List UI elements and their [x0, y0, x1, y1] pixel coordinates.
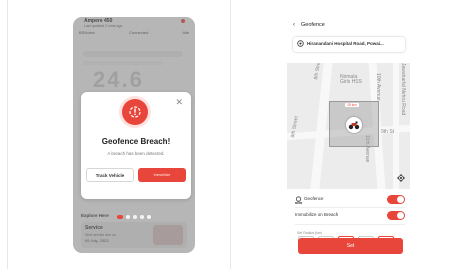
locate-me-icon[interactable]	[397, 174, 405, 182]
street-label: Nirmala Girls HSS	[340, 74, 362, 85]
page-title: Geofence	[301, 22, 325, 28]
map-road	[393, 63, 399, 189]
geofence-screen: ‹ Geofence Hiranandani Hospital Road, Po…	[287, 17, 410, 253]
street-label: 10th Avenue	[375, 73, 381, 101]
geofence-header: ‹ Geofence Hiranandani Hospital Road, Po…	[287, 17, 410, 63]
dialog-title: Geofence Breach!	[101, 137, 171, 146]
geofence-alert-icon	[122, 99, 148, 125]
pager-dot[interactable]	[133, 215, 137, 219]
geofence-icon	[295, 196, 302, 204]
motorcycle-icon[interactable]	[346, 117, 362, 133]
track-vehicle-button[interactable]: Track Vehicle	[86, 168, 134, 182]
close-icon[interactable]: ✕	[175, 98, 183, 107]
immobilize-toggle-row: Immobilize on Breach	[295, 211, 405, 221]
pager-dot[interactable]	[126, 215, 130, 219]
frame-divider-left	[7, 0, 8, 269]
chevron-left-icon[interactable]: ‹	[293, 22, 295, 28]
pager-dot[interactable]	[140, 215, 144, 219]
divider	[295, 224, 405, 225]
street-label: Jawaharlal Nehru Road	[400, 63, 406, 116]
set-button[interactable]: Set	[298, 238, 403, 254]
location-pin-icon	[297, 40, 304, 47]
immobilize-toggle-label: Immobilize on Breach	[295, 212, 339, 217]
geofence-map[interactable]: 8th Street Nirmala Girls HSS 10th Avenue…	[287, 63, 410, 189]
dialog-message: A breach has been detected.	[107, 151, 165, 156]
immobilize-toggle[interactable]	[387, 211, 405, 220]
street-label: 9th St	[381, 129, 395, 135]
distance-badge: 15 km	[345, 103, 359, 107]
immobilize-button[interactable]: Immobilize	[138, 168, 186, 182]
geofence-toggle[interactable]	[387, 195, 405, 204]
pager-dot[interactable]	[117, 215, 123, 219]
pager-dot[interactable]	[147, 215, 151, 219]
geofence-toggle-row: Geofence	[295, 195, 405, 205]
geofence-toggle-label: Geofence	[304, 196, 324, 201]
location-text: Hiranandani Hospital Road, Powai...	[307, 41, 384, 46]
divider	[295, 207, 405, 208]
radius-label: Set Radius (km)	[297, 231, 323, 235]
frame-divider-middle	[230, 0, 231, 269]
geofence-breach-dialog: ✕ Geofence Breach! A breach has been det…	[81, 92, 191, 199]
location-search-field[interactable]: Hiranandani Hospital Road, Powai...	[293, 37, 405, 52]
carousel-pager	[117, 215, 151, 219]
